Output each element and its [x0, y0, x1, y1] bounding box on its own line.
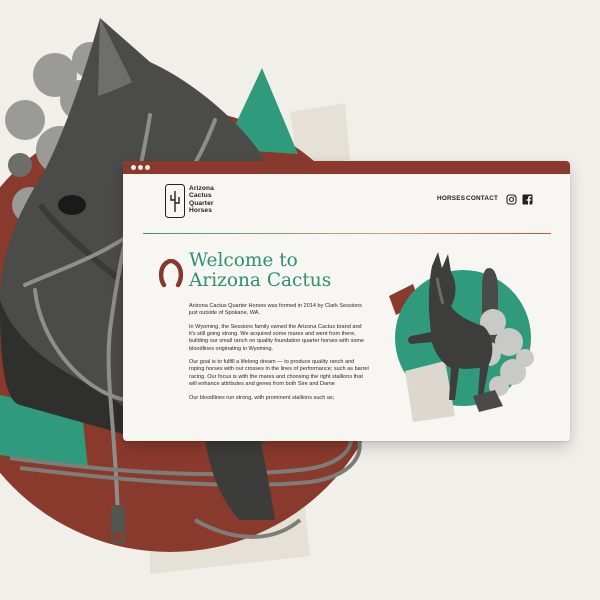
intro-text: Arizona Cactus Quarter Horses was formed…	[189, 303, 369, 408]
logo-line: Arizona	[189, 185, 214, 192]
content-fade	[123, 429, 570, 441]
window-dot-icon[interactable]	[138, 165, 143, 170]
header-divider	[143, 233, 551, 234]
hero-collage-image	[389, 252, 534, 422]
intro-paragraph: Our goal is to fulfill a lifelong dream …	[189, 359, 369, 387]
intro-paragraph: Arizona Cactus Quarter Horses was formed…	[189, 303, 362, 317]
nav-contact-link[interactable]: CONTACT	[466, 195, 498, 202]
horseshoe-icon	[159, 259, 183, 288]
cactus-logo-icon	[165, 184, 185, 218]
page-title: Welcome to Arizona Cactus	[189, 251, 339, 291]
browser-window: Arizona Cactus Quarter Horses HORSES CON…	[123, 161, 570, 441]
window-dot-icon[interactable]	[145, 165, 150, 170]
page-title-line: Welcome to	[189, 250, 298, 271]
facebook-icon[interactable]	[522, 194, 533, 205]
logo-wordmark: Arizona Cactus Quarter Horses	[189, 185, 214, 215]
window-dot-icon[interactable]	[131, 165, 136, 170]
site-header: Arizona Cactus Quarter Horses HORSES CON…	[123, 174, 570, 234]
instagram-icon[interactable]	[506, 194, 517, 205]
page-title-line: Arizona Cactus	[189, 270, 332, 291]
nav-horses-link[interactable]: HORSES	[437, 195, 465, 202]
logo-line: Cactus	[189, 192, 212, 200]
intro-paragraph: Our bloodlines run strong, with prominen…	[189, 394, 335, 401]
site-logo[interactable]: Arizona Cactus Quarter Horses	[165, 184, 285, 218]
logo-line: Horses	[189, 207, 212, 215]
browser-titlebar	[123, 161, 570, 174]
logo-line: Quarter	[189, 199, 214, 207]
intro-paragraph: In Wyoming, the Sessions family owned th…	[189, 323, 365, 352]
